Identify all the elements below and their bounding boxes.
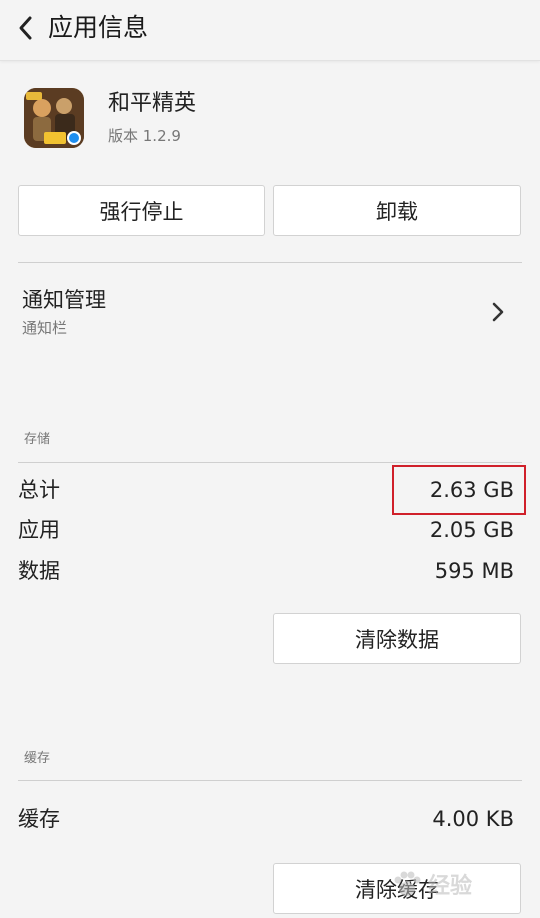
divider [18,262,522,263]
uninstall-button[interactable]: 卸载 [273,185,521,236]
page-title: 应用信息 [48,13,149,42]
back-button[interactable] [8,8,44,48]
app-name: 和平精英 [108,91,197,116]
cache-section-label: 缓存 [24,751,51,766]
cache-value: 4.00 KB [432,807,514,831]
divider [18,780,522,781]
highlight-annotation-box [392,465,526,515]
cache-label: 缓存 [18,807,60,831]
storage-data-value: 595 MB [434,559,514,583]
storage-app-value: 2.05 GB [429,518,514,542]
chevron-right-icon [486,298,510,326]
notification-subtitle: 通知栏 [22,319,68,337]
storage-app-label: 应用 [18,518,60,542]
app-bar: 应用信息 [0,0,540,61]
notification-title: 通知管理 [22,288,106,312]
game-app-icon [24,88,84,148]
chevron-left-icon [19,16,32,40]
storage-data-label: 数据 [18,559,60,583]
divider [18,462,522,463]
force-stop-button[interactable]: 强行停止 [18,185,265,236]
clear-cache-button[interactable]: 清除缓存 [273,863,521,914]
clear-data-button[interactable]: 清除数据 [273,613,521,664]
storage-total-label: 总计 [18,478,60,502]
storage-section-label: 存储 [24,432,51,447]
app-version: 版本 1.2.9 [108,127,181,145]
